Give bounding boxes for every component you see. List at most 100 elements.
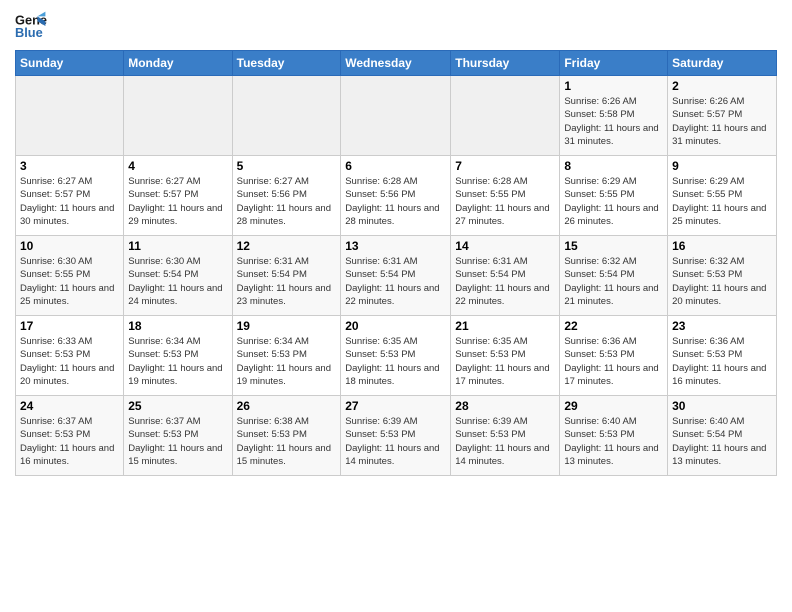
weekday-header-saturday: Saturday bbox=[668, 51, 777, 76]
weekday-header-row: SundayMondayTuesdayWednesdayThursdayFrid… bbox=[16, 51, 777, 76]
week-row-2: 3 Sunrise: 6:27 AMSunset: 5:57 PMDaylight… bbox=[16, 156, 777, 236]
calendar-cell: 16 Sunrise: 6:32 AMSunset: 5:53 PMDayligh… bbox=[668, 236, 777, 316]
logo-icon: General Blue bbox=[15, 10, 47, 42]
calendar: SundayMondayTuesdayWednesdayThursdayFrid… bbox=[15, 50, 777, 476]
calendar-cell: 18 Sunrise: 6:34 AMSunset: 5:53 PMDayligh… bbox=[124, 316, 232, 396]
calendar-cell: 23 Sunrise: 6:36 AMSunset: 5:53 PMDayligh… bbox=[668, 316, 777, 396]
day-info: Sunrise: 6:27 AMSunset: 5:57 PMDaylight:… bbox=[128, 175, 227, 228]
day-info: Sunrise: 6:30 AMSunset: 5:55 PMDaylight:… bbox=[20, 255, 119, 308]
week-row-4: 17 Sunrise: 6:33 AMSunset: 5:53 PMDayligh… bbox=[16, 316, 777, 396]
calendar-cell: 11 Sunrise: 6:30 AMSunset: 5:54 PMDayligh… bbox=[124, 236, 232, 316]
calendar-cell bbox=[451, 76, 560, 156]
day-info: Sunrise: 6:35 AMSunset: 5:53 PMDaylight:… bbox=[345, 335, 446, 388]
weekday-header-wednesday: Wednesday bbox=[341, 51, 451, 76]
day-info: Sunrise: 6:33 AMSunset: 5:53 PMDaylight:… bbox=[20, 335, 119, 388]
day-number: 18 bbox=[128, 319, 227, 333]
weekday-header-friday: Friday bbox=[560, 51, 668, 76]
calendar-cell bbox=[341, 76, 451, 156]
weekday-header-sunday: Sunday bbox=[16, 51, 124, 76]
calendar-cell: 28Sunrise: 6:39 AMSunset: 5:53 PMDayligh… bbox=[451, 396, 560, 476]
day-info: Sunrise: 6:26 AMSunset: 5:57 PMDaylight:… bbox=[672, 95, 772, 148]
calendar-cell: 17 Sunrise: 6:33 AMSunset: 5:53 PMDayligh… bbox=[16, 316, 124, 396]
day-info: Sunrise: 6:26 AMSunset: 5:58 PMDaylight:… bbox=[564, 95, 663, 148]
day-number: 23 bbox=[672, 319, 772, 333]
day-number: 14 bbox=[455, 239, 555, 253]
day-info: Sunrise: 6:39 AMSunset: 5:53 PMDaylight:… bbox=[345, 415, 446, 468]
day-number: 15 bbox=[564, 239, 663, 253]
calendar-cell: 2 Sunrise: 6:26 AMSunset: 5:57 PMDaylight… bbox=[668, 76, 777, 156]
day-info: Sunrise: 6:32 AMSunset: 5:54 PMDaylight:… bbox=[564, 255, 663, 308]
header: General Blue bbox=[15, 10, 777, 42]
day-info: Sunrise: 6:31 AMSunset: 5:54 PMDaylight:… bbox=[345, 255, 446, 308]
day-number: 26 bbox=[237, 399, 337, 413]
day-info: Sunrise: 6:29 AMSunset: 5:55 PMDaylight:… bbox=[672, 175, 772, 228]
calendar-cell: 22 Sunrise: 6:36 AMSunset: 5:53 PMDayligh… bbox=[560, 316, 668, 396]
day-number: 4 bbox=[128, 159, 227, 173]
day-info: Sunrise: 6:29 AMSunset: 5:55 PMDaylight:… bbox=[564, 175, 663, 228]
calendar-cell: 14 Sunrise: 6:31 AMSunset: 5:54 PMDayligh… bbox=[451, 236, 560, 316]
calendar-cell: 6 Sunrise: 6:28 AMSunset: 5:56 PMDaylight… bbox=[341, 156, 451, 236]
week-row-3: 10 Sunrise: 6:30 AMSunset: 5:55 PMDayligh… bbox=[16, 236, 777, 316]
day-number: 21 bbox=[455, 319, 555, 333]
day-number: 19 bbox=[237, 319, 337, 333]
calendar-cell: 5 Sunrise: 6:27 AMSunset: 5:56 PMDaylight… bbox=[232, 156, 341, 236]
day-info: Sunrise: 6:27 AMSunset: 5:57 PMDaylight:… bbox=[20, 175, 119, 228]
calendar-cell: 1Sunrise: 6:26 AMSunset: 5:58 PMDaylight… bbox=[560, 76, 668, 156]
calendar-cell: 13 Sunrise: 6:31 AMSunset: 5:54 PMDayligh… bbox=[341, 236, 451, 316]
day-number: 17 bbox=[20, 319, 119, 333]
calendar-cell bbox=[16, 76, 124, 156]
day-info: Sunrise: 6:32 AMSunset: 5:53 PMDaylight:… bbox=[672, 255, 772, 308]
day-number: 6 bbox=[345, 159, 446, 173]
day-number: 20 bbox=[345, 319, 446, 333]
day-info: Sunrise: 6:36 AMSunset: 5:53 PMDaylight:… bbox=[672, 335, 772, 388]
day-number: 30 bbox=[672, 399, 772, 413]
day-info: Sunrise: 6:31 AMSunset: 5:54 PMDaylight:… bbox=[455, 255, 555, 308]
weekday-header-thursday: Thursday bbox=[451, 51, 560, 76]
day-number: 8 bbox=[564, 159, 663, 173]
day-info: Sunrise: 6:36 AMSunset: 5:53 PMDaylight:… bbox=[564, 335, 663, 388]
day-number: 22 bbox=[564, 319, 663, 333]
week-row-1: 1Sunrise: 6:26 AMSunset: 5:58 PMDaylight… bbox=[16, 76, 777, 156]
calendar-cell: 25Sunrise: 6:37 AMSunset: 5:53 PMDayligh… bbox=[124, 396, 232, 476]
day-info: Sunrise: 6:40 AMSunset: 5:53 PMDaylight:… bbox=[564, 415, 663, 468]
day-number: 12 bbox=[237, 239, 337, 253]
logo: General Blue bbox=[15, 10, 53, 42]
day-info: Sunrise: 6:30 AMSunset: 5:54 PMDaylight:… bbox=[128, 255, 227, 308]
day-info: Sunrise: 6:28 AMSunset: 5:55 PMDaylight:… bbox=[455, 175, 555, 228]
day-number: 27 bbox=[345, 399, 446, 413]
day-number: 5 bbox=[237, 159, 337, 173]
day-info: Sunrise: 6:34 AMSunset: 5:53 PMDaylight:… bbox=[128, 335, 227, 388]
calendar-cell: 8 Sunrise: 6:29 AMSunset: 5:55 PMDaylight… bbox=[560, 156, 668, 236]
day-info: Sunrise: 6:34 AMSunset: 5:53 PMDaylight:… bbox=[237, 335, 337, 388]
calendar-cell: 4 Sunrise: 6:27 AMSunset: 5:57 PMDaylight… bbox=[124, 156, 232, 236]
page: General Blue SundayMondayTuesdayWednesda… bbox=[0, 0, 792, 612]
calendar-cell: 24Sunrise: 6:37 AMSunset: 5:53 PMDayligh… bbox=[16, 396, 124, 476]
day-info: Sunrise: 6:37 AMSunset: 5:53 PMDaylight:… bbox=[128, 415, 227, 468]
calendar-cell: 27 Sunrise: 6:39 AMSunset: 5:53 PMDayligh… bbox=[341, 396, 451, 476]
calendar-cell: 10 Sunrise: 6:30 AMSunset: 5:55 PMDayligh… bbox=[16, 236, 124, 316]
calendar-cell: 9Sunrise: 6:29 AMSunset: 5:55 PMDaylight… bbox=[668, 156, 777, 236]
day-info: Sunrise: 6:40 AMSunset: 5:54 PMDaylight:… bbox=[672, 415, 772, 468]
day-number: 13 bbox=[345, 239, 446, 253]
day-info: Sunrise: 6:38 AMSunset: 5:53 PMDaylight:… bbox=[237, 415, 337, 468]
calendar-cell: 21Sunrise: 6:35 AMSunset: 5:53 PMDayligh… bbox=[451, 316, 560, 396]
day-info: Sunrise: 6:27 AMSunset: 5:56 PMDaylight:… bbox=[237, 175, 337, 228]
calendar-cell: 29 Sunrise: 6:40 AMSunset: 5:53 PMDayligh… bbox=[560, 396, 668, 476]
day-number: 10 bbox=[20, 239, 119, 253]
calendar-cell bbox=[124, 76, 232, 156]
day-number: 16 bbox=[672, 239, 772, 253]
calendar-cell: 15 Sunrise: 6:32 AMSunset: 5:54 PMDayligh… bbox=[560, 236, 668, 316]
calendar-cell: 26 Sunrise: 6:38 AMSunset: 5:53 PMDayligh… bbox=[232, 396, 341, 476]
day-info: Sunrise: 6:39 AMSunset: 5:53 PMDaylight:… bbox=[455, 415, 555, 468]
day-number: 3 bbox=[20, 159, 119, 173]
calendar-cell: 12Sunrise: 6:31 AMSunset: 5:54 PMDayligh… bbox=[232, 236, 341, 316]
calendar-cell: 30 Sunrise: 6:40 AMSunset: 5:54 PMDayligh… bbox=[668, 396, 777, 476]
day-number: 11 bbox=[128, 239, 227, 253]
calendar-cell: 20 Sunrise: 6:35 AMSunset: 5:53 PMDayligh… bbox=[341, 316, 451, 396]
day-number: 7 bbox=[455, 159, 555, 173]
svg-text:Blue: Blue bbox=[15, 25, 43, 40]
day-number: 29 bbox=[564, 399, 663, 413]
day-number: 2 bbox=[672, 79, 772, 93]
day-info: Sunrise: 6:28 AMSunset: 5:56 PMDaylight:… bbox=[345, 175, 446, 228]
weekday-header-tuesday: Tuesday bbox=[232, 51, 341, 76]
